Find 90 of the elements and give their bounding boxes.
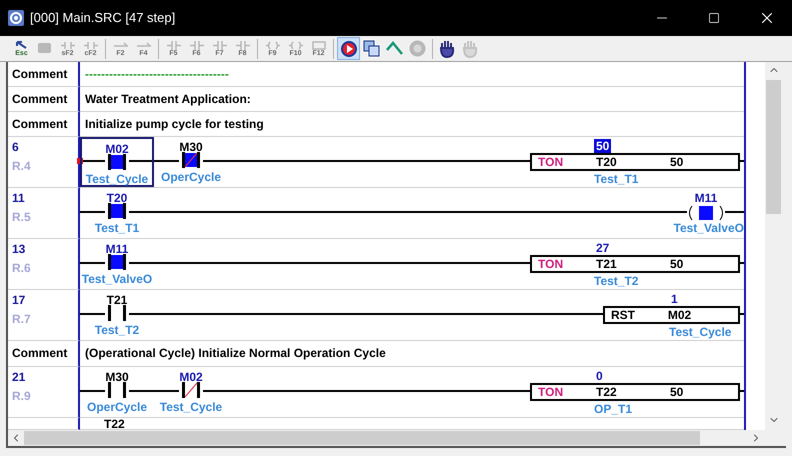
row-type-label: Comment bbox=[12, 345, 68, 362]
step-number: 11 bbox=[12, 191, 26, 205]
preset-value: 50 bbox=[670, 258, 684, 270]
preset-value: 50 bbox=[670, 386, 684, 398]
instruction-box[interactable]: TON T20 50 bbox=[530, 153, 740, 171]
coil-label: Test_ValveO bbox=[674, 221, 744, 235]
contact-cell[interactable]: T21 Test_T2 bbox=[80, 290, 154, 340]
copy-icon bbox=[363, 40, 380, 57]
instruction-address: T22 bbox=[596, 386, 618, 398]
contact-cell[interactable]: M02 Test_Cycle bbox=[80, 137, 154, 187]
contact-cell[interactable]: M30 OperCycle bbox=[80, 367, 154, 417]
contact-label: Test_T1 bbox=[94, 221, 140, 235]
contact-label: Test_Cycle bbox=[160, 400, 222, 414]
contact-label: Test_Cycle bbox=[86, 172, 148, 186]
rung-reference: R.4 bbox=[12, 159, 32, 173]
hand-icon bbox=[439, 40, 456, 58]
contact-address: M30 bbox=[179, 140, 203, 154]
instruction-box[interactable]: TON T22 50 bbox=[530, 383, 740, 401]
instruction-name: TON bbox=[537, 156, 564, 168]
instruction-address: T21 bbox=[596, 258, 618, 270]
comment-text: (Operational Cycle) Initialize Normal Operation Cycle bbox=[85, 345, 386, 361]
rung-reference: R.6 bbox=[12, 261, 32, 275]
contact-icon bbox=[212, 40, 226, 50]
rung-reference: R.5 bbox=[12, 210, 32, 224]
window-title: [000] Main.SRC [47 step] bbox=[30, 9, 176, 28]
contact-cell[interactable]: T20 Test_T1 bbox=[80, 188, 154, 238]
contact-icon bbox=[60, 40, 74, 50]
instruction-name: TON bbox=[537, 386, 564, 398]
wire-icon bbox=[136, 40, 150, 50]
instruction-box[interactable]: TON T21 50 bbox=[530, 255, 740, 273]
contact-label: OperCycle bbox=[86, 400, 148, 414]
instruction-label: Test_T2 bbox=[594, 274, 638, 288]
maximize-icon[interactable] bbox=[708, 12, 720, 24]
contact-icon bbox=[236, 40, 250, 50]
comment-text: Water Treatment Application: bbox=[85, 91, 251, 107]
contact-cell[interactable]: M30 OperCycle bbox=[154, 137, 228, 187]
scrollbar-thumb[interactable] bbox=[24, 431, 700, 445]
hand-icon bbox=[462, 40, 479, 58]
contact-label: Test_ValveO bbox=[82, 272, 152, 286]
step-number: 17 bbox=[12, 293, 26, 307]
current-value: 1 bbox=[670, 292, 679, 306]
rung-reference: R.7 bbox=[12, 312, 32, 326]
cursor-icon bbox=[14, 40, 28, 50]
contact-icon bbox=[190, 40, 204, 50]
comment-text: Initialize pump cycle for testing bbox=[85, 116, 264, 132]
check-icon bbox=[386, 41, 403, 56]
circle-icon bbox=[409, 40, 426, 57]
instruction-address: T20 bbox=[596, 156, 618, 168]
contact-address: M02 bbox=[179, 370, 203, 384]
current-value: 27 bbox=[595, 241, 610, 255]
instruction-name: TON bbox=[537, 258, 564, 270]
wire-icon bbox=[114, 40, 128, 50]
contact-cell[interactable]: M11 Test_ValveO bbox=[80, 239, 154, 289]
row-type-label: Comment bbox=[12, 66, 68, 83]
contact-icon bbox=[166, 40, 180, 50]
contact-icon bbox=[84, 40, 98, 50]
contact-label: OperCycle bbox=[160, 170, 222, 184]
coil-icon bbox=[266, 40, 280, 50]
instruction-label: Test_Cycle bbox=[669, 325, 732, 339]
comment-text: ------------------------------------ bbox=[85, 66, 229, 82]
coil-address: M11 bbox=[694, 191, 718, 205]
preset-value: 50 bbox=[670, 156, 684, 168]
contact-address: T22 bbox=[104, 418, 125, 430]
contact-label: Test_T2 bbox=[94, 323, 140, 337]
contact-address: M11 bbox=[106, 242, 128, 256]
row-type-label: Comment bbox=[12, 116, 68, 133]
instruction-label: Test_T1 bbox=[594, 172, 638, 186]
step-number: 13 bbox=[12, 242, 26, 256]
play-icon bbox=[340, 40, 358, 58]
instruction-label: OP_T1 bbox=[594, 402, 632, 416]
instruction-box[interactable]: RST M02 bbox=[603, 306, 740, 324]
instruction-address: M02 bbox=[668, 309, 692, 321]
rung-reference: R.9 bbox=[12, 389, 32, 403]
current-value: 0 bbox=[595, 369, 604, 383]
toolbar-button[interactable] bbox=[337, 37, 360, 60]
scrollbar-thumb[interactable] bbox=[766, 80, 781, 214]
step-number: 6 bbox=[12, 140, 20, 154]
app-icon bbox=[8, 10, 24, 26]
contact-cell[interactable]: M02 Test_Cycle bbox=[154, 367, 228, 417]
contact-address: M30 bbox=[105, 370, 129, 384]
step-number: 21 bbox=[12, 370, 26, 384]
instruction-name: RST bbox=[610, 309, 636, 321]
row-type-label: Comment bbox=[12, 91, 68, 108]
contact-address: T20 bbox=[106, 191, 128, 205]
current-value: 50 bbox=[594, 139, 612, 153]
contact-address: T21 bbox=[106, 293, 128, 307]
coil-icon bbox=[288, 40, 302, 50]
contact-address: M02 bbox=[105, 142, 129, 156]
box-icon bbox=[312, 40, 326, 50]
coil-symbol bbox=[687, 205, 725, 221]
